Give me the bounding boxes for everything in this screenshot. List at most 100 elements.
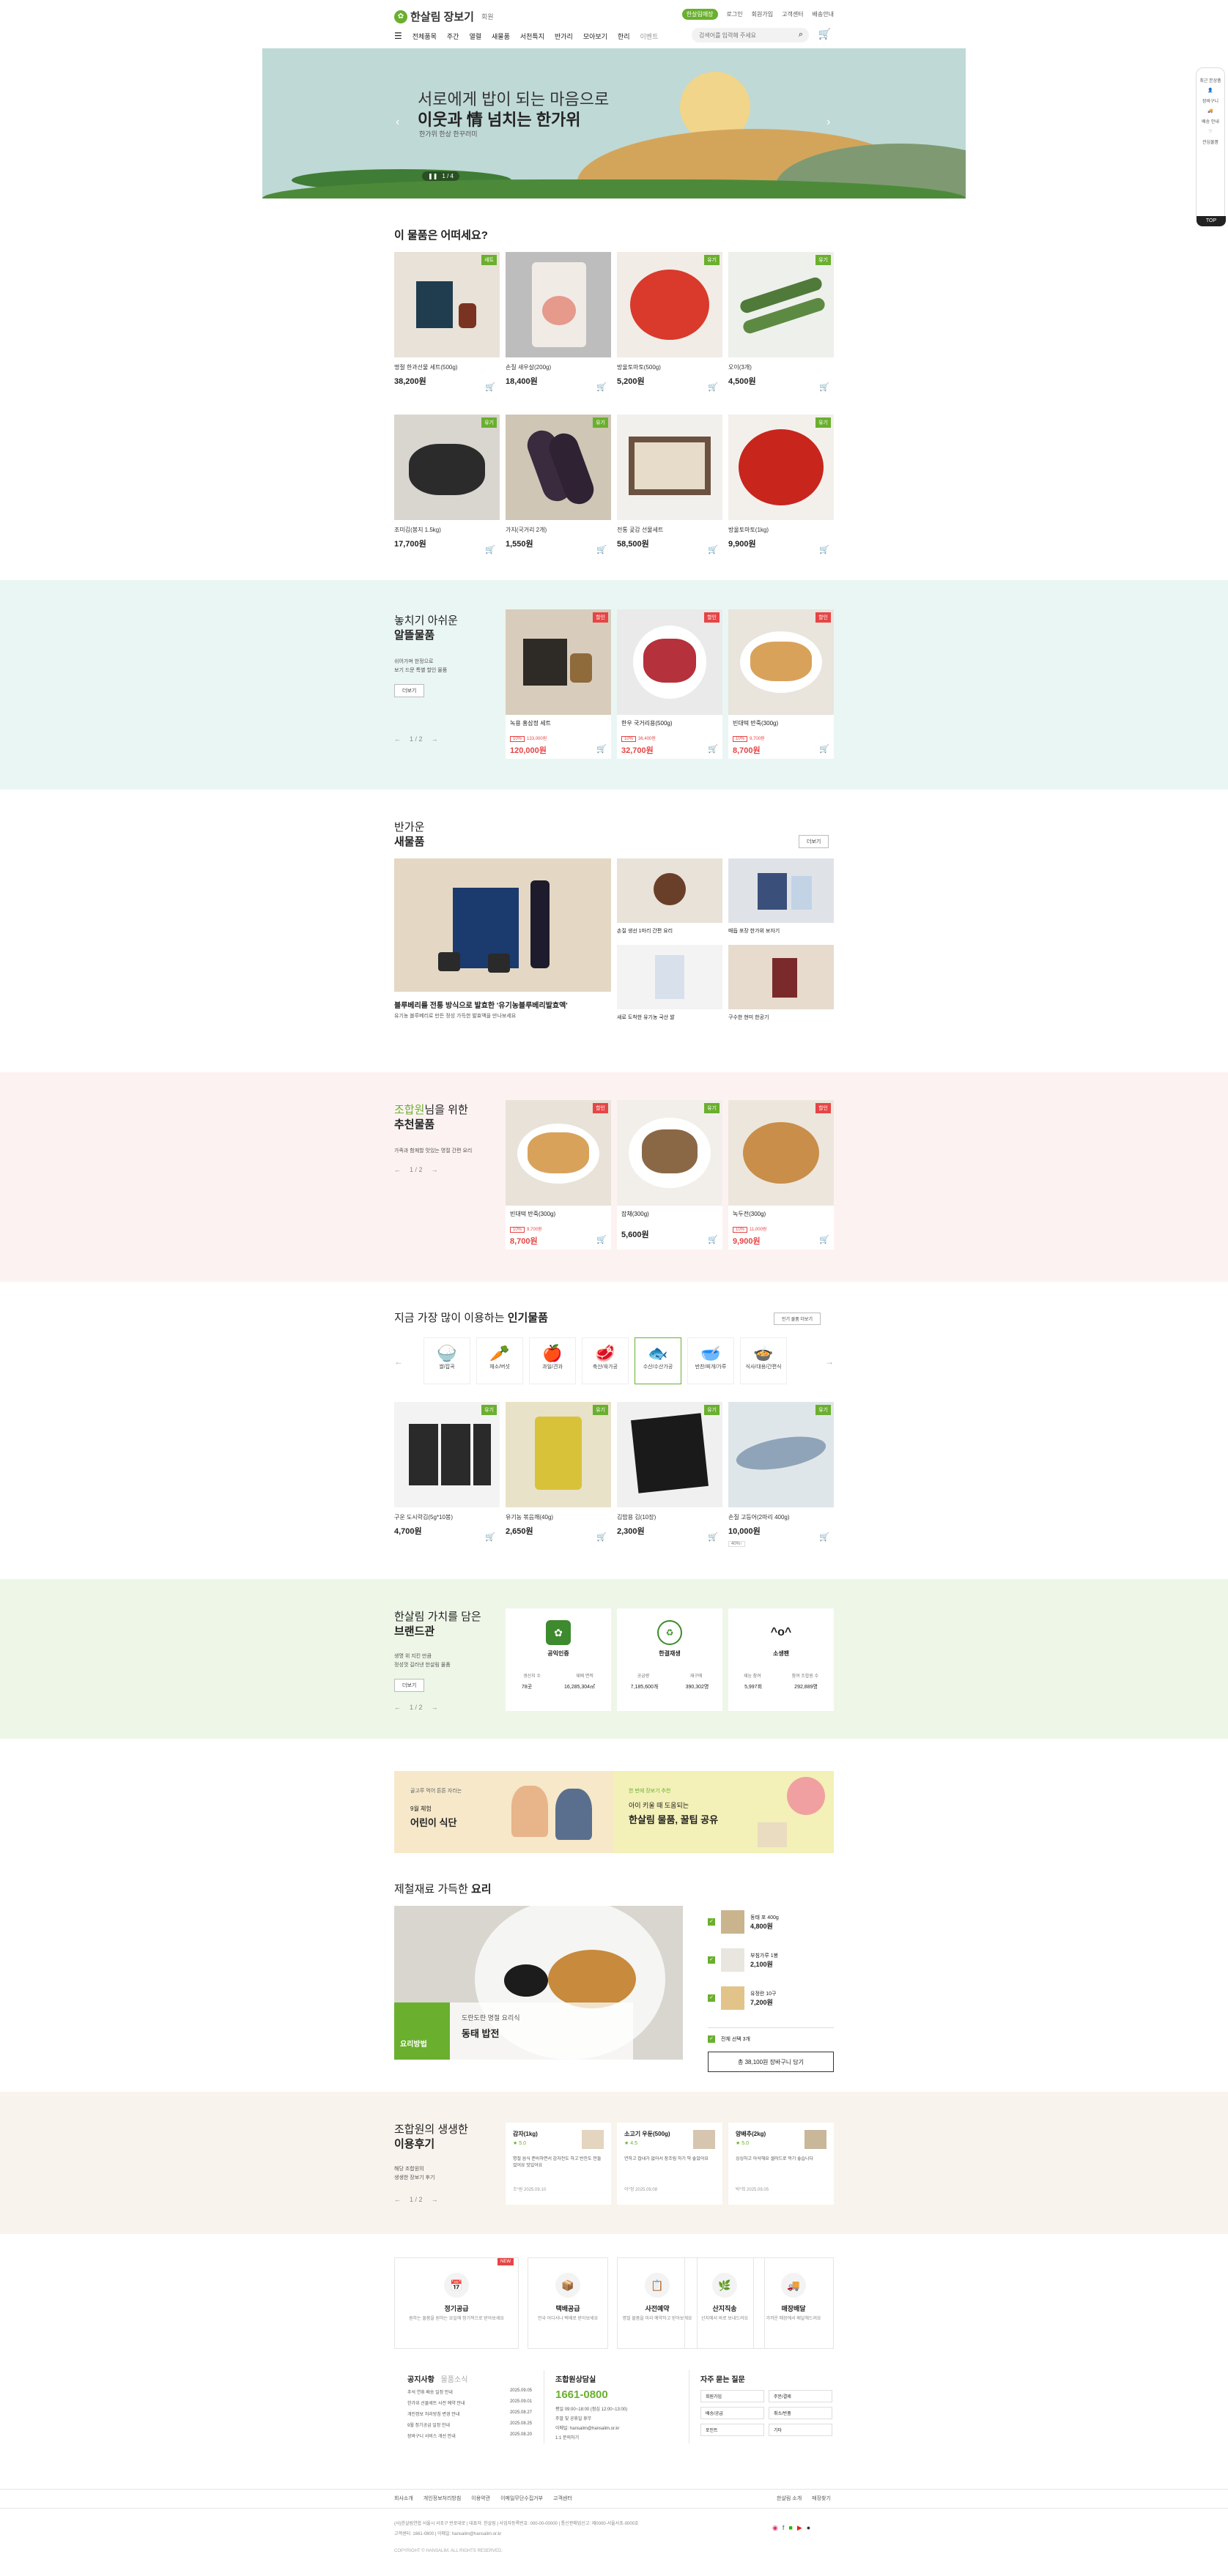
product-name[interactable]: 명절 한과선물 세트(500g)	[394, 363, 500, 372]
product-image[interactable]: 유기	[728, 252, 834, 357]
next-arrow-icon[interactable]: →	[432, 2196, 438, 2203]
cart-icon[interactable]: 🛒	[485, 1532, 495, 1542]
notice-title[interactable]: 개인정보 처리방침 변경 안내	[407, 2410, 459, 2417]
checkbox-icon[interactable]: ✓	[708, 2035, 715, 2043]
ingredient-row[interactable]: ✓ 유정란 10구 7,200원	[708, 1982, 834, 2014]
next-arrow-icon[interactable]: →	[432, 1704, 438, 1711]
product-card[interactable]: 유기 방울토마토(500g) 5,200원 🛒	[617, 252, 722, 392]
checkbox-icon[interactable]: ✓	[708, 1994, 715, 2002]
prev-arrow-icon[interactable]: ←	[394, 1704, 401, 1711]
checkbox-icon[interactable]: ✓	[708, 1956, 715, 1964]
prev-arrow-icon[interactable]: ←	[394, 1166, 401, 1173]
truck-icon[interactable]: 🚚	[1196, 108, 1224, 114]
store-badge[interactable]: 한살림매장	[681, 9, 718, 20]
nav-item[interactable]: 새물품	[492, 31, 510, 41]
category-sidedish[interactable]: 🥣 반찬/찌개/가루	[687, 1337, 734, 1384]
product-image[interactable]: 세트	[394, 252, 500, 357]
product-name[interactable]: 유기농 볶음깨(40g)	[506, 1513, 611, 1522]
sale-card[interactable]: 할인 빈대떡 반죽(300g) 10% 9,700원 8,700원 🛒	[728, 609, 834, 759]
quick-wish[interactable]: 관심물품	[1196, 138, 1224, 145]
hero-banner[interactable]: 서로에게 밥이 되는 마음으로 이웃과 情 넘치는 한가위 한가위 한상 한꾸러…	[262, 48, 966, 198]
reco-card[interactable]: 유기 잡채(300g) 5,600원 🛒	[617, 1100, 722, 1250]
login-link[interactable]: 로그인	[727, 10, 743, 18]
product-card[interactable]: 손질 새우살(200g) 18,400원 🛒	[506, 252, 611, 392]
notice-row[interactable]: 추석 연휴 배송 일정 안내 2025.09.05	[407, 2388, 532, 2395]
notice-title[interactable]: 한가위 선물세트 사전 예약 안내	[407, 2399, 465, 2406]
notice-tab[interactable]: 공지사항	[407, 2376, 434, 2384]
product-image[interactable]: 유기	[617, 1100, 722, 1206]
pause-icon[interactable]: ❚❚	[428, 173, 437, 179]
next-arrow-icon[interactable]: →	[432, 735, 438, 743]
blog-icon[interactable]: ■	[788, 2524, 792, 2532]
add-cart-button[interactable]: 총 38,100원 장바구니 담기	[708, 2052, 834, 2072]
product-image[interactable]: 유기	[506, 415, 611, 520]
notice-row[interactable]: 개인정보 처리방침 변경 안내 2025.08.27	[407, 2410, 532, 2417]
sale-card[interactable]: 할인 녹용 홍삼정 세트 10% 133,000원 120,000원 🛒	[506, 609, 611, 759]
cart-icon[interactable]: 🛒	[819, 382, 829, 392]
product-name[interactable]: 녹두전(300g)	[733, 1210, 829, 1218]
nav-item[interactable]: 한리	[618, 31, 630, 41]
new-main-caption[interactable]: 블루베리를 전통 방식으로 발효한 '유기농블루베리발효액'	[394, 999, 568, 1010]
faq-item[interactable]: 회원가입	[700, 2390, 764, 2402]
cart-icon[interactable]: 🛒	[708, 1532, 718, 1542]
ingredient-row[interactable]: ✓ 부침가루 1봉 2,100원	[708, 1944, 834, 1976]
product-name[interactable]: 잡채(300g)	[621, 1210, 718, 1218]
quick-delivery[interactable]: 배송 안내	[1196, 118, 1224, 125]
user-icon[interactable]: 👤	[1196, 88, 1224, 93]
checkbox-icon[interactable]: ✓	[708, 1918, 715, 1926]
nav-item[interactable]: 서천특지	[520, 31, 544, 41]
hamburger-icon[interactable]: ☰	[394, 31, 402, 41]
cart-icon[interactable]: 🛒	[818, 28, 831, 40]
product-image[interactable]: 할인	[506, 1100, 611, 1206]
review-card[interactable]: 양배추(2kg) ★ 5.0 싱싱하고 아삭해요 샐러드로 먹기 좋습니다 박*…	[728, 2123, 834, 2205]
product-card[interactable]: 유기 오이(3개) 4,500원 🛒	[728, 252, 834, 392]
cart-icon[interactable]: 🛒	[708, 382, 718, 392]
nav-item[interactable]: 전체품목	[413, 31, 437, 41]
cart-icon[interactable]: 🛒	[819, 1235, 829, 1244]
product-name[interactable]: 김밥용 김(10장)	[617, 1513, 722, 1522]
product-image[interactable]	[617, 415, 722, 520]
new-more-button[interactable]: 더보기	[799, 835, 829, 848]
cs-inquiry-link[interactable]: 1:1 문의하기	[555, 2434, 680, 2440]
product-image[interactable]: 할인	[506, 609, 611, 715]
nav-item-event[interactable]: 이벤트	[640, 31, 659, 41]
next-arrow-icon[interactable]: →	[432, 1166, 438, 1173]
new-main-image[interactable]	[394, 858, 611, 992]
product-image[interactable]: 유기	[728, 415, 834, 520]
nav-item[interactable]: 주간	[447, 31, 459, 41]
product-card[interactable]: 유기 방울토마토(1kg) 9,900원 🛒	[728, 415, 834, 554]
cart-icon[interactable]: 🛒	[596, 382, 607, 392]
new-thumb[interactable]	[617, 858, 722, 923]
hero-pager[interactable]: ❚❚ 1 / 4	[422, 171, 459, 181]
product-name[interactable]: 녹용 홍삼정 세트	[510, 719, 607, 727]
select-all-row[interactable]: ✓ 전체 선택 3개	[708, 2027, 834, 2043]
top-button[interactable]: TOP	[1196, 216, 1226, 226]
product-name[interactable]: 방울토마토(500g)	[617, 363, 722, 372]
notice-title[interactable]: 9월 정기공급 일정 안내	[407, 2421, 450, 2428]
delivery-link[interactable]: 배송안내	[813, 10, 834, 18]
facebook-icon[interactable]: f	[783, 2524, 785, 2532]
product-card[interactable]: 유기 유기농 볶음깨(40g) 2,650원 🛒	[506, 1402, 611, 1542]
quick-recent[interactable]: 최근 본상품	[1196, 77, 1224, 83]
product-image[interactable]: 유기	[394, 1402, 500, 1507]
logo[interactable]: ✿ 한살림 장보기 회원	[394, 9, 494, 24]
faq-item[interactable]: 주문/결제	[769, 2390, 832, 2402]
signup-link[interactable]: 회원가입	[752, 10, 773, 18]
notice-row[interactable]: 장바구니 서비스 개선 안내 2025.08.20	[407, 2432, 532, 2439]
prev-arrow-icon[interactable]: ←	[394, 2196, 401, 2203]
service-parcel[interactable]: 📦 택배공급 전국 어디서나 택배로 받아보세요	[528, 2257, 608, 2349]
sale-more-button[interactable]: 더보기	[394, 684, 425, 697]
product-name[interactable]: 가지(국거리 2개)	[506, 526, 611, 535]
product-name[interactable]: 오이(3개)	[728, 363, 834, 372]
next-arrow-icon[interactable]: ›	[826, 116, 830, 129]
product-name[interactable]: 방울토마토(1kg)	[728, 526, 834, 535]
prev-arrow-icon[interactable]: ←	[394, 735, 401, 743]
review-card[interactable]: 소고기 우둔(500g) ★ 4.5 연하고 잡내가 없어서 장조림 하기 딱 …	[617, 2123, 722, 2205]
category-meal[interactable]: 🍲 식사/대용/간편식	[740, 1337, 787, 1384]
notice-title[interactable]: 추석 연휴 배송 일정 안내	[407, 2388, 453, 2395]
faq-item[interactable]: 기타	[769, 2424, 832, 2436]
faq-item[interactable]: 포인트	[700, 2424, 764, 2436]
footer-link[interactable]: 매장찾기	[812, 2495, 831, 2502]
cart-icon[interactable]: 🛒	[596, 1235, 607, 1244]
prev-arrow-icon[interactable]: ‹	[396, 116, 399, 129]
